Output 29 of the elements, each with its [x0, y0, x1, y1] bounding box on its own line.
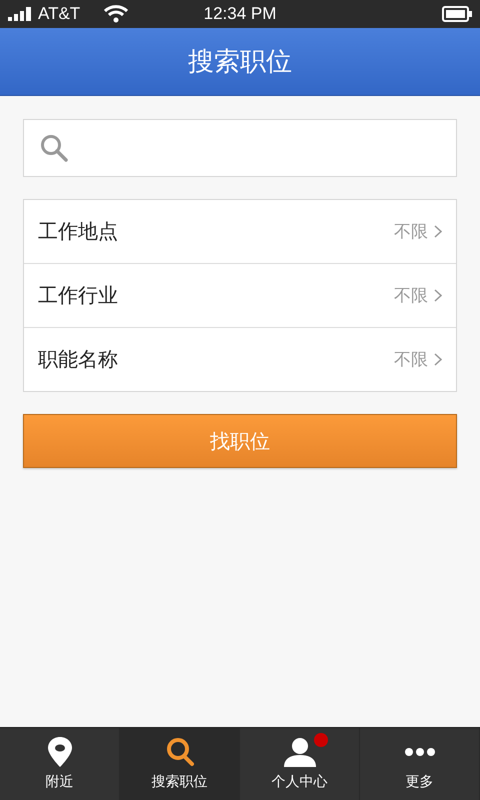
filter-value: 不限: [394, 285, 428, 307]
tab-label: 更多: [406, 773, 434, 791]
chevron-right-icon: [434, 225, 442, 238]
chevron-right-icon: [434, 353, 442, 366]
filter-label: 工作行业: [38, 282, 119, 309]
tab-label: 个人中心: [272, 773, 328, 791]
tab-label: 附近: [46, 773, 74, 791]
signal-icon: [8, 7, 34, 21]
filter-row[interactable]: 工作地点 不限: [24, 200, 456, 263]
battery-icon: [442, 6, 472, 22]
search-field[interactable]: [23, 119, 457, 177]
tab[interactable]: 搜索职位: [120, 728, 240, 800]
filter-row[interactable]: 职能名称 不限: [24, 327, 456, 391]
filter-label: 工作地点: [38, 218, 119, 245]
filter-row[interactable]: 工作行业 不限: [24, 263, 456, 327]
status-time: 12:34 PM: [202, 4, 278, 24]
search-icon: [40, 134, 68, 162]
person-icon: [284, 737, 316, 767]
filter-value: 不限: [394, 349, 428, 371]
filter-label: 职能名称: [38, 346, 119, 373]
chevron-right-icon: [434, 289, 442, 302]
location-pin-icon: [48, 737, 72, 767]
page-title: 搜索职位: [188, 46, 292, 79]
wifi-icon: [104, 5, 128, 23]
filter-value: 不限: [394, 221, 428, 243]
carrier-name: AT&T: [38, 4, 80, 24]
tab-label: 搜索职位: [152, 773, 208, 791]
more-icon: [404, 747, 434, 757]
search-icon: [166, 737, 194, 767]
